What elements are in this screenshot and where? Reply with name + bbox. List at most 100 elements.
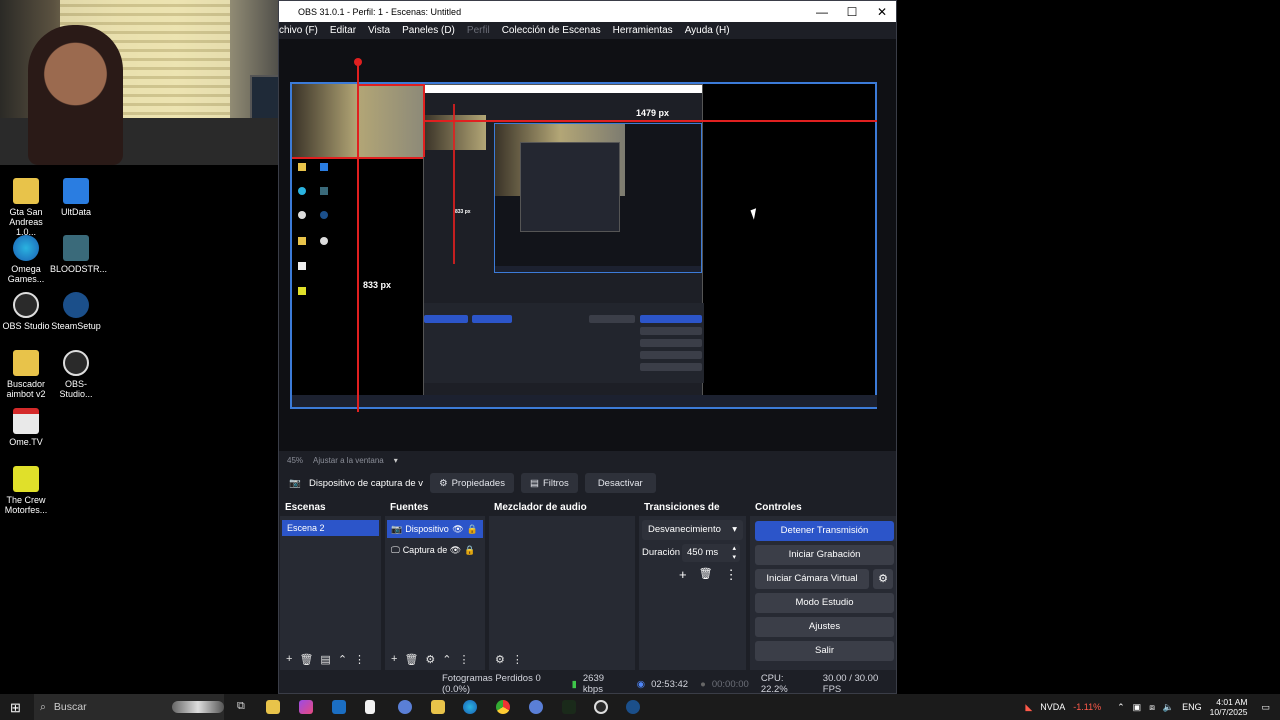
camera-icon: 📷 bbox=[289, 477, 301, 489]
add-icon[interactable]: + bbox=[391, 653, 397, 665]
network-icon[interactable]: ⧈ bbox=[1149, 702, 1155, 713]
language[interactable]: ENG bbox=[1182, 702, 1202, 712]
add-icon[interactable]: + bbox=[679, 567, 687, 583]
desktop-icon-label: UltData bbox=[60, 207, 91, 217]
preview-area[interactable]: 1479 px 833 px 833 px bbox=[279, 39, 896, 451]
store-icon[interactable] bbox=[266, 700, 280, 714]
close-button[interactable]: ✕ bbox=[867, 1, 897, 22]
app-icon[interactable] bbox=[398, 700, 412, 714]
lock-icon[interactable]: 🔒 bbox=[467, 524, 478, 535]
lock-icon[interactable]: 🔒 bbox=[464, 545, 475, 556]
more-icon[interactable]: ⋮ bbox=[512, 653, 523, 666]
menu-tools[interactable]: Herramientas bbox=[613, 25, 673, 36]
notification-icon[interactable]: ▭ bbox=[1261, 702, 1270, 713]
duration-field[interactable]: 450 ms ▴ ▾ bbox=[682, 544, 740, 562]
more-icon[interactable]: ⋮ bbox=[354, 653, 365, 666]
title-bar: OBS 31.0.1 - Perfil: 1 - Escenas: Untitl… bbox=[279, 1, 896, 22]
stepper-icon[interactable]: ▴ ▾ bbox=[732, 544, 736, 562]
filter-icon[interactable]: ▤ bbox=[320, 653, 330, 666]
maximize-button[interactable]: ☐ bbox=[837, 1, 867, 22]
outlook-icon[interactable] bbox=[332, 700, 346, 714]
virtual-cam-button[interactable]: Iniciar Cámara Virtual bbox=[755, 569, 869, 589]
properties-button[interactable]: ⚙ Propiedades bbox=[430, 473, 514, 493]
source-item[interactable]: 📷 Dispositivo 👁 🔒 bbox=[387, 520, 483, 538]
chevron-up-icon[interactable]: ⌃ bbox=[442, 653, 451, 666]
chrome-icon[interactable] bbox=[496, 700, 510, 714]
trash-icon[interactable]: 🗑 bbox=[404, 653, 418, 666]
menu-edit[interactable]: Editar bbox=[330, 25, 356, 36]
zoom-mode-select[interactable]: Ajustar a la ventana bbox=[313, 456, 384, 465]
desktop-icon-thecrew[interactable]: The Crew Motorfes... bbox=[0, 466, 52, 515]
volume-icon[interactable]: 🔈 bbox=[1163, 702, 1174, 713]
minimize-button[interactable]: — bbox=[807, 1, 837, 22]
discord-icon[interactable] bbox=[529, 700, 543, 714]
stop-stream-button[interactable]: Detener Transmisión bbox=[755, 521, 894, 541]
chevron-down-icon[interactable]: ▾ bbox=[394, 456, 398, 465]
file-explorer-icon[interactable] bbox=[431, 700, 445, 714]
scene-item[interactable]: Escena 2 bbox=[282, 520, 379, 536]
copilot-icon[interactable] bbox=[299, 700, 313, 714]
desktop-icon-omega[interactable]: Omega Games... bbox=[0, 235, 52, 284]
desktop-icon-obs-studio-setup[interactable]: OBS-Studio... bbox=[50, 350, 102, 399]
nested-taskbar bbox=[292, 395, 877, 407]
obs-window: OBS 31.0.1 - Perfil: 1 - Escenas: Untitl… bbox=[278, 0, 897, 695]
resize-handle[interactable] bbox=[354, 58, 362, 66]
desktop-icon-ometv[interactable]: Ome.TV bbox=[0, 408, 52, 447]
desktop-icon-gta[interactable]: Gta San Andreas 1.0... bbox=[0, 178, 52, 237]
task-view-icon[interactable]: ⧉ bbox=[237, 700, 251, 714]
trash-icon[interactable]: 🗑 bbox=[699, 567, 713, 583]
trash-icon[interactable]: 🗑 bbox=[299, 653, 313, 666]
menu-docks[interactable]: Paneles (D) bbox=[402, 25, 455, 36]
menu-bar: chivo (F) Editar Vista Paneles (D) Perfi… bbox=[279, 22, 896, 39]
obs-icon[interactable] bbox=[594, 700, 608, 714]
menu-file[interactable]: chivo (F) bbox=[279, 25, 318, 36]
settings-button[interactable]: Ajustes bbox=[755, 617, 894, 637]
chevron-up-icon[interactable]: ⌃ bbox=[338, 653, 347, 666]
desktop-icon-obs[interactable]: OBS Studio bbox=[0, 292, 52, 331]
deactivate-button[interactable]: Desactivar bbox=[584, 473, 656, 493]
stock-name[interactable]: NVDA bbox=[1040, 702, 1065, 712]
more-icon[interactable]: ⋮ bbox=[725, 567, 738, 583]
preview-canvas[interactable]: 1479 px 833 px 833 px bbox=[290, 58, 877, 412]
menu-help[interactable]: Ayuda (H) bbox=[685, 25, 730, 36]
desktop-icon-aimbot[interactable]: Buscador aimbot v2 bbox=[0, 350, 52, 399]
gear-icon[interactable]: ⚙ bbox=[873, 569, 893, 589]
duration-value: 450 ms bbox=[687, 547, 719, 558]
menu-view[interactable]: Vista bbox=[368, 25, 390, 36]
desktop-icon-ultdata[interactable]: UltData bbox=[50, 178, 102, 217]
clock[interactable]: 4:01 AM 10/7/2025 bbox=[1210, 697, 1248, 717]
desktop-icon-label: The Crew Motorfes... bbox=[4, 495, 48, 515]
clock-date: 10/7/2025 bbox=[1209, 707, 1248, 717]
status-bar: Fotogramas Perdidos 0 (0.0%) ▮ 2639 kbps… bbox=[279, 673, 896, 695]
start-recording-button[interactable]: Iniciar Grabación bbox=[755, 545, 894, 565]
add-icon[interactable]: + bbox=[286, 653, 292, 665]
source-item[interactable]: 🖵 Captura de 👁 🔒 bbox=[387, 541, 483, 559]
gear-icon[interactable]: ⚙ bbox=[425, 653, 435, 666]
edge-icon[interactable] bbox=[463, 700, 477, 714]
game-icon[interactable] bbox=[562, 700, 576, 714]
filters-button[interactable]: ▤ Filtros bbox=[520, 473, 578, 493]
menu-profile[interactable]: Perfil bbox=[467, 25, 490, 36]
eye-icon[interactable]: 👁 bbox=[452, 524, 463, 535]
menu-scene-collection[interactable]: Colección de Escenas bbox=[502, 25, 601, 36]
studio-mode-button[interactable]: Modo Estudio bbox=[755, 593, 894, 613]
nested-preview bbox=[494, 123, 702, 273]
transition-select[interactable]: Desvanecimiento ▾ bbox=[642, 520, 743, 540]
camera-tray-icon[interactable]: ▣ bbox=[1133, 702, 1142, 713]
eye-icon[interactable]: 👁 bbox=[450, 545, 461, 556]
signal-icon: ▮ bbox=[571, 678, 577, 690]
windows-start-icon[interactable]: ⊞ bbox=[10, 700, 21, 716]
more-icon[interactable]: ⋮ bbox=[459, 653, 470, 666]
source-label: Dispositivo bbox=[405, 524, 449, 534]
width-measure-label: 1479 px bbox=[636, 108, 670, 118]
desktop-icon-bloodstrike[interactable]: BLOODSTR... bbox=[50, 235, 107, 274]
guide-horizontal-2 bbox=[423, 120, 877, 122]
notepad-icon[interactable] bbox=[365, 700, 375, 714]
desktop-icon-steamsetup[interactable]: SteamSetup bbox=[50, 292, 102, 331]
chevron-up-icon[interactable]: ⌃ bbox=[1117, 702, 1125, 713]
exit-button[interactable]: Salir bbox=[755, 641, 894, 661]
nested-obs-capture bbox=[423, 84, 704, 402]
steam-icon[interactable] bbox=[626, 700, 640, 714]
desktop-icons-preview bbox=[292, 157, 358, 407]
gear-icon[interactable]: ⚙ bbox=[495, 653, 505, 666]
